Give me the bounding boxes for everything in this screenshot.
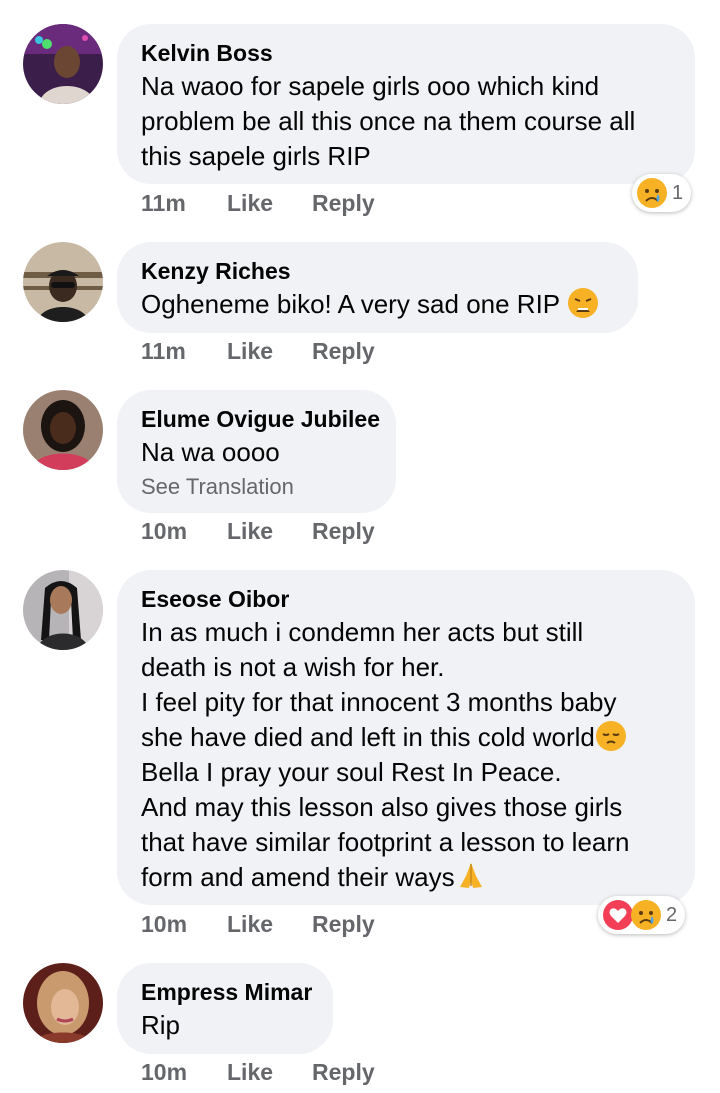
reply-button[interactable]: Reply xyxy=(312,336,375,366)
comment-line: death is not a wish for her. xyxy=(141,652,445,682)
reply-button[interactable]: Reply xyxy=(312,516,375,546)
avatar[interactable] xyxy=(23,242,103,322)
comment-author[interactable]: Elume Ovigue Jubilee xyxy=(141,405,380,433)
reaction-summary[interactable]: 1 xyxy=(632,174,692,212)
comment-text: Rip xyxy=(141,1008,309,1043)
comment-time[interactable]: 11m xyxy=(141,188,186,218)
comment-time[interactable]: 10m xyxy=(141,909,187,939)
comment-line: she have died and left in this cold worl… xyxy=(141,720,671,755)
comment-line-text: form and amend their ways xyxy=(141,862,455,892)
comment-line-text: she have died and left in this cold worl… xyxy=(141,722,595,752)
comment-line: Na wa oooo xyxy=(141,437,280,467)
comment-author[interactable]: Kenzy Riches xyxy=(141,257,614,285)
comment-bubble[interactable]: Empress Mimar Rip xyxy=(117,963,333,1054)
comment-text: Ogheneme biko! A very sad one RIP xyxy=(141,287,614,322)
like-button[interactable]: Like xyxy=(227,336,273,366)
comment-text: Na wa oooo xyxy=(141,435,372,470)
comment-author[interactable]: Empress Mimar xyxy=(141,978,312,1006)
sad-cry-icon xyxy=(637,178,667,208)
comment-line: In as much i condemn her acts but still xyxy=(141,617,584,647)
comment-line: Bella I pray your soul Rest In Peace. xyxy=(141,757,562,787)
folded-hands-icon xyxy=(459,863,482,888)
reply-button[interactable]: Reply xyxy=(312,909,375,939)
comment-bubble[interactable]: Kelvin Boss Na waoo for sapele girls ooo… xyxy=(117,24,695,184)
avatar[interactable] xyxy=(23,570,103,650)
comment-text: Na waoo for sapele girls ooo which kind … xyxy=(141,69,671,174)
reaction-summary[interactable]: 2 xyxy=(598,896,686,934)
comment-line: And may this lesson also gives those gir… xyxy=(141,792,623,822)
comment-line: Na waoo for sapele girls ooo which kind xyxy=(141,71,600,101)
avatar[interactable] xyxy=(23,390,103,470)
reaction-count: 1 xyxy=(672,181,684,204)
weary-face-icon xyxy=(567,288,598,318)
avatar[interactable] xyxy=(23,963,103,1043)
comment-line: Rip xyxy=(141,1010,181,1040)
like-button[interactable]: Like xyxy=(227,188,273,218)
like-button[interactable]: Like xyxy=(227,516,273,546)
comment-bubble[interactable]: Elume Ovigue Jubilee Na wa oooo See Tran… xyxy=(117,390,396,513)
comment-line: problem be all this once na them course … xyxy=(141,106,636,136)
see-translation-link[interactable]: See Translation xyxy=(141,472,372,502)
like-button[interactable]: Like xyxy=(227,1057,273,1087)
reply-button[interactable]: Reply xyxy=(312,1057,375,1087)
comment-time[interactable]: 11m xyxy=(141,336,186,366)
avatar[interactable] xyxy=(23,24,103,104)
sad-cry-icon xyxy=(631,900,661,930)
comment-line: Ogheneme biko! A very sad one RIP xyxy=(141,287,614,322)
comment-line: that have similar footprint a lesson to … xyxy=(141,827,630,857)
comment-bubble[interactable]: Eseose Oibor In as much i condemn her ac… xyxy=(117,570,695,905)
comment-time[interactable]: 10m xyxy=(141,516,187,546)
reply-button[interactable]: Reply xyxy=(312,188,375,218)
comment-line-text: Ogheneme biko! A very sad one RIP xyxy=(141,289,560,319)
comment-author[interactable]: Kelvin Boss xyxy=(141,39,671,67)
comment-line: I feel pity for that innocent 3 months b… xyxy=(141,687,617,717)
comment-line: this sapele girls RIP xyxy=(141,141,371,171)
like-button[interactable]: Like xyxy=(227,909,273,939)
comment-time[interactable]: 10m xyxy=(141,1057,187,1087)
comment-author[interactable]: Eseose Oibor xyxy=(141,585,671,613)
comment-bubble[interactable]: Kenzy Riches Ogheneme biko! A very sad o… xyxy=(117,242,638,333)
comment-text: In as much i condemn her acts but still … xyxy=(141,615,671,895)
reaction-count: 2 xyxy=(666,903,678,926)
pensive-face-icon xyxy=(595,721,626,751)
comment-line: form and amend their ways xyxy=(141,860,671,895)
